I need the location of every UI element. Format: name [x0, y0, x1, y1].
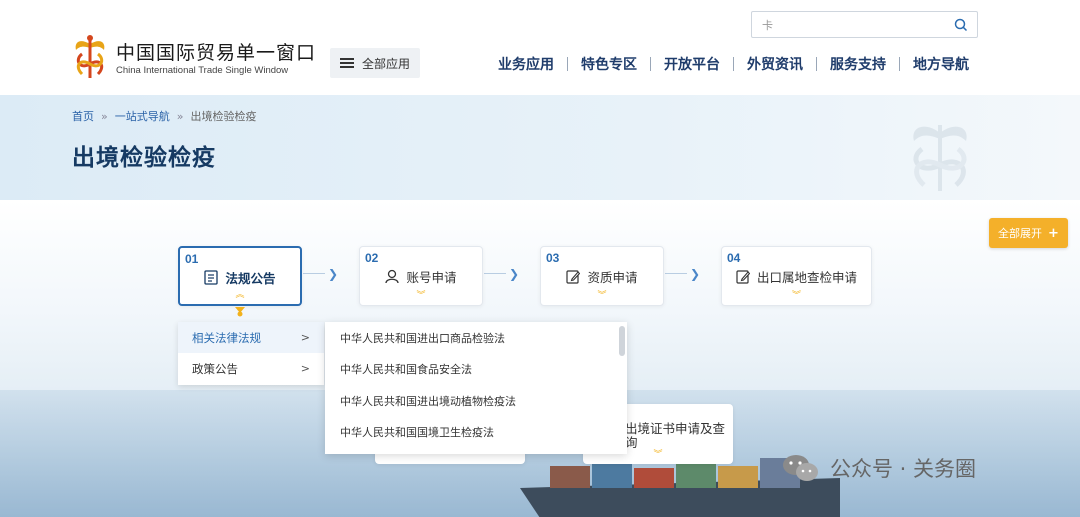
nav-divider: [733, 57, 734, 71]
nav-divider: [650, 57, 651, 71]
step-label: 出境证书申请及查询: [625, 421, 726, 450]
chevron-right-icon: >: [300, 362, 310, 375]
logo-icon[interactable]: [72, 34, 108, 80]
chevron-right-icon: >: [300, 331, 310, 344]
step-number: 02: [365, 251, 379, 265]
step-label: 出口属地查检申请: [756, 270, 857, 285]
search-icon[interactable]: [954, 18, 968, 32]
chevron-down-icon: ︾: [653, 450, 663, 460]
arrow-right-icon: ❯: [509, 267, 520, 281]
watermark-text: 公众号 · 关务圈: [830, 457, 977, 481]
nav-divider: [567, 57, 568, 71]
watermark: 公众号 · 关务圈: [782, 453, 976, 483]
page-title: 出境检验检疫: [72, 145, 216, 171]
page-banner: 首页 » 一站式导航 » 出境检验检疫 出境检验检疫: [0, 95, 1080, 200]
search-box[interactable]: [751, 11, 978, 38]
main-nav: 业务应用 特色专区 开放平台 外贸资讯 服务支持 地方导航: [498, 54, 969, 74]
law-link[interactable]: 中华人民共和国进出境动植物检疫法: [325, 385, 627, 417]
site-header: 中国国际贸易单一窗口 China International Trade Sin…: [0, 0, 1080, 95]
breadcrumb-separator: »: [101, 109, 108, 123]
search-input[interactable]: [762, 16, 942, 34]
submenu-item-policy[interactable]: 政策公告 >: [178, 353, 324, 384]
step-label: 账号申请: [406, 270, 457, 285]
wechat-icon: [783, 455, 818, 481]
arrow-right-icon: ❯: [690, 267, 701, 281]
regulations-submenu: 相关法律法规 > 政策公告 >: [178, 322, 324, 385]
nav-item-local[interactable]: 地方导航: [913, 54, 969, 74]
edit-icon: [566, 270, 581, 284]
chevron-down-icon: ︾: [597, 291, 607, 301]
breadcrumb: 首页 » 一站式导航 » 出境检验检疫: [72, 108, 256, 124]
breadcrumb-separator: »: [176, 109, 184, 123]
chevron-down-icon: ︾: [416, 291, 426, 301]
step-number: 03: [546, 251, 560, 265]
law-link[interactable]: 中华人民共和国国境卫生检疫法: [325, 417, 627, 449]
user-icon: [385, 269, 400, 284]
nav-item-featured[interactable]: 特色专区: [581, 54, 637, 74]
brand-name-cn: 中国国际贸易单一窗口: [116, 42, 317, 64]
chevron-down-icon: ︾: [791, 291, 802, 301]
plus-icon: +: [1048, 225, 1059, 241]
submenu-label: 相关法律法规: [192, 330, 261, 345]
law-link[interactable]: 中华人民共和国食品安全法: [325, 354, 627, 386]
step-connector: [303, 273, 325, 274]
step-label: 法规公告: [225, 271, 276, 286]
arrow-right-icon: ❯: [328, 267, 339, 281]
nav-item-business[interactable]: 业务应用: [498, 54, 554, 74]
emblem-watermark-icon: [913, 125, 967, 191]
step-connector: [484, 273, 506, 274]
step-number: 04: [727, 251, 741, 265]
breadcrumb-home[interactable]: 首页: [72, 108, 94, 124]
chevron-up-icon: ︽: [235, 290, 245, 300]
nav-divider: [899, 57, 900, 71]
brand-name-en: China International Trade Single Window: [116, 65, 289, 76]
law-link[interactable]: 中华人民共和国进出口商品检验法: [325, 322, 627, 354]
breadcrumb-current: 出境检验检疫: [190, 110, 257, 123]
process-area: 全部展开 + ❯ ❯ ❯ 01 法规公告 ︽ 02 账号申请 ︾ 03 资质申请…: [0, 200, 1080, 517]
submenu-item-laws[interactable]: 相关法律法规 >: [178, 322, 324, 353]
menu-icon: [340, 58, 354, 68]
all-apps-button[interactable]: 全部应用: [330, 48, 420, 78]
edit-icon: [736, 270, 750, 284]
step-regulations[interactable]: 01 法规公告 ︽: [178, 246, 302, 306]
pointer-marker-icon: [235, 307, 245, 317]
expand-all-button[interactable]: 全部展开 +: [989, 218, 1068, 248]
step-connector: [665, 273, 687, 274]
nav-item-trade-news[interactable]: 外贸资讯: [747, 54, 803, 74]
step-label: 资质申请: [587, 270, 638, 285]
breadcrumb-nav[interactable]: 一站式导航: [115, 108, 170, 124]
submenu-label: 政策公告: [192, 361, 238, 376]
step-inspection-application[interactable]: 04 出口属地查检申请 ︾: [721, 246, 872, 306]
all-apps-label: 全部应用: [362, 56, 411, 71]
step-qualification[interactable]: 03 资质申请 ︾: [540, 246, 664, 306]
nav-divider: [816, 57, 817, 71]
nav-item-support[interactable]: 服务支持: [830, 54, 886, 74]
step-account[interactable]: 02 账号申请 ︾: [359, 246, 483, 306]
scrollbar-thumb[interactable]: [619, 326, 625, 356]
document-icon: [204, 270, 219, 285]
step-number: 01: [185, 252, 199, 266]
nav-item-open-platform[interactable]: 开放平台: [664, 54, 720, 74]
expand-all-label: 全部展开: [998, 227, 1043, 240]
laws-list: 中华人民共和国进出口商品检验法 中华人民共和国食品安全法 中华人民共和国进出境动…: [325, 322, 627, 454]
